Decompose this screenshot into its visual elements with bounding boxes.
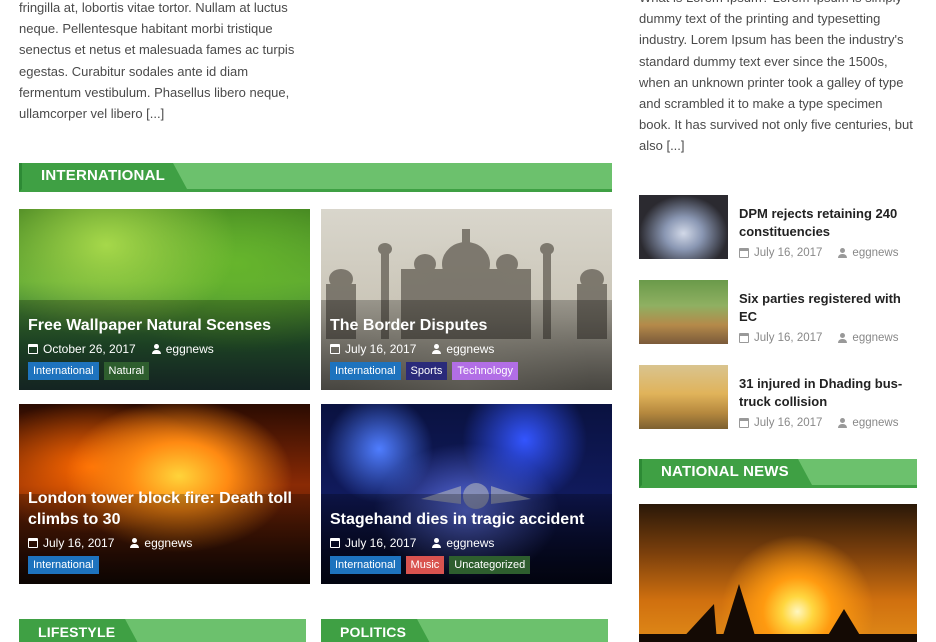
user-icon (432, 538, 442, 548)
national-news-image[interactable] (639, 504, 917, 642)
user-icon (151, 344, 161, 354)
post-date[interactable]: July 16, 2017 (345, 342, 416, 356)
post-author[interactable]: eggnews (852, 332, 898, 344)
post-title[interactable]: Six parties registered with EC (739, 290, 915, 326)
user-icon (838, 333, 848, 343)
post-thumbnail[interactable] (639, 280, 728, 344)
card-title[interactable]: Free Wallpaper Natural Scenses (28, 315, 302, 336)
post-date[interactable]: October 26, 2017 (43, 342, 136, 356)
section-header-national-news: NATIONAL NEWS (639, 459, 917, 488)
post-date[interactable]: July 16, 2017 (754, 247, 822, 259)
user-icon (838, 248, 848, 258)
post-thumbnail[interactable] (639, 195, 728, 259)
post-author[interactable]: eggnews (144, 536, 192, 550)
calendar-icon (739, 333, 749, 343)
post-title[interactable]: DPM rejects retaining 240 constituencies (739, 205, 915, 241)
section-header-international: INTERNATIONAL (19, 163, 612, 192)
post-date[interactable]: July 16, 2017 (754, 332, 822, 344)
category-tag[interactable]: Sports (405, 362, 448, 380)
card-title[interactable]: Stagehand dies in tragic accident (330, 509, 604, 530)
featured-card[interactable]: The Border Disputes July 16, 2017 eggnew… (321, 209, 612, 390)
section-title[interactable]: LIFESTYLE (38, 624, 115, 640)
post-excerpt: What is Lorem Ipsum? Lorem Ipsum is simp… (639, 0, 913, 154)
category-tag[interactable]: Technology (452, 362, 518, 380)
section-header-lifestyle: LIFESTYLE (19, 619, 306, 642)
post-thumbnail[interactable] (639, 365, 728, 429)
section-title[interactable]: POLITICS (340, 624, 406, 640)
section-title[interactable]: INTERNATIONAL (41, 167, 165, 184)
category-tag[interactable]: Music (405, 556, 445, 574)
featured-card[interactable]: Stagehand dies in tragic accident July 1… (321, 404, 612, 584)
card-title[interactable]: London tower block fire: Death toll clim… (28, 488, 302, 530)
section-header-politics: POLITICS (321, 619, 608, 642)
section-title[interactable]: NATIONAL NEWS (661, 463, 789, 480)
featured-card[interactable]: London tower block fire: Death toll clim… (19, 404, 310, 584)
category-tag[interactable]: Uncategorized (449, 556, 531, 574)
category-tag[interactable]: Natural (103, 362, 150, 380)
category-tag[interactable]: International (28, 362, 99, 380)
post-title[interactable]: 31 injured in Dhading bus-truck collisio… (739, 375, 915, 411)
sidebar-post[interactable]: Six parties registered with EC July 16, … (639, 280, 917, 344)
calendar-icon (28, 344, 38, 354)
calendar-icon (330, 538, 340, 548)
calendar-icon (330, 344, 340, 354)
calendar-icon (739, 418, 749, 428)
user-icon (432, 344, 442, 354)
category-tag[interactable]: International (28, 556, 99, 574)
user-icon (130, 538, 140, 548)
card-title[interactable]: The Border Disputes (330, 315, 604, 336)
user-icon (838, 418, 848, 428)
featured-card[interactable]: Free Wallpaper Natural Scenses October 2… (19, 209, 310, 390)
post-author[interactable]: eggnews (446, 536, 494, 550)
post-author[interactable]: eggnews (446, 342, 494, 356)
post-excerpt: fringilla at, lobortis vitae tortor. Nul… (19, 0, 295, 122)
calendar-icon (739, 248, 749, 258)
post-date[interactable]: July 16, 2017 (345, 536, 416, 550)
post-author[interactable]: eggnews (166, 342, 214, 356)
sidebar-post[interactable]: 31 injured in Dhading bus-truck collisio… (639, 365, 917, 429)
post-author[interactable]: eggnews (852, 247, 898, 259)
category-tag[interactable]: International (330, 362, 401, 380)
post-date[interactable]: July 16, 2017 (754, 417, 822, 429)
post-author[interactable]: eggnews (852, 417, 898, 429)
category-tag[interactable]: International (330, 556, 401, 574)
sidebar-post[interactable]: DPM rejects retaining 240 constituencies… (639, 195, 917, 259)
calendar-icon (28, 538, 38, 548)
post-date[interactable]: July 16, 2017 (43, 536, 114, 550)
